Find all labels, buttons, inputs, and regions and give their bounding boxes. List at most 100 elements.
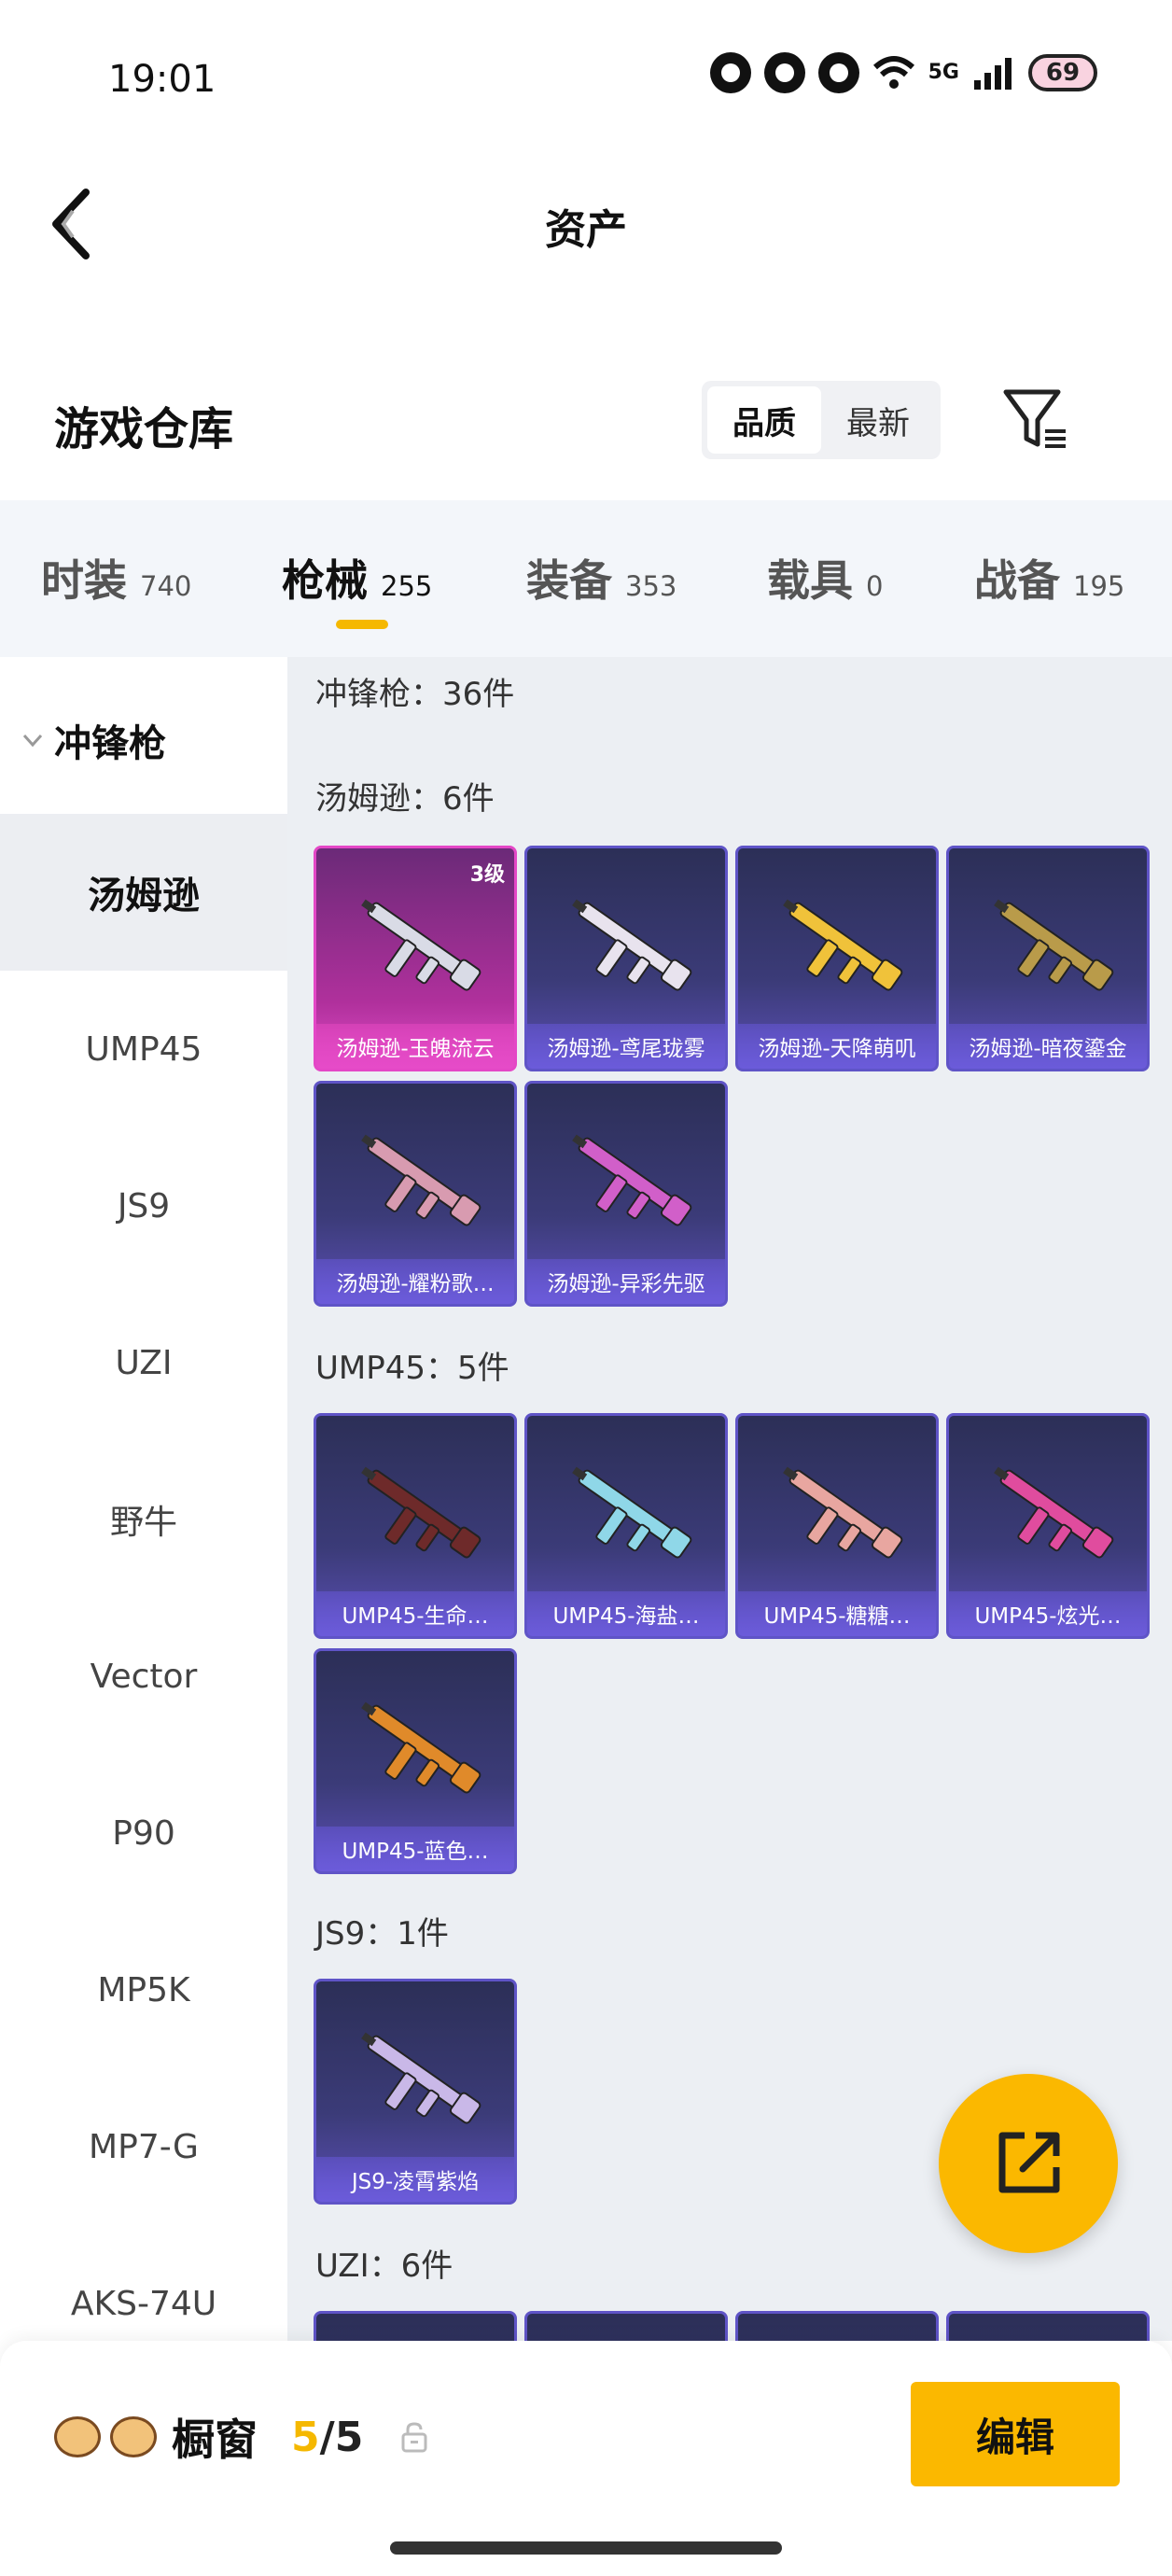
paw-icon	[817, 52, 859, 93]
category-tabs: 时装 740 枪械 255 装备 353 载具 0 战备 195	[0, 500, 1172, 657]
sidebar-item-js9[interactable]: JS9	[0, 1127, 287, 1284]
weapon-sidebar: 冲锋枪 汤姆逊 UMP45 JS9 UZI 野牛 Vector P90 MP5K…	[0, 657, 287, 2341]
sidebar-item-thompson[interactable]: 汤姆逊	[0, 814, 287, 971]
edit-button[interactable]: 编辑	[911, 2382, 1120, 2486]
sidebar-item-bizon[interactable]: 野牛	[0, 1441, 287, 1598]
sidebar-item-aks74u[interactable]: AKS-74U	[0, 2225, 287, 2341]
lock-icon	[401, 2422, 427, 2453]
weapon-card[interactable]: 汤姆逊-暗夜鎏金	[946, 846, 1150, 1071]
sidebar-item-mp5k[interactable]: MP5K	[0, 1911, 287, 2068]
weapon-name: 汤姆逊-耀粉歌…	[316, 1259, 514, 1304]
home-indicator	[390, 2541, 782, 2555]
weapon-name: UMP45-海盐…	[527, 1591, 725, 1636]
wifi-icon	[872, 56, 914, 89]
chevron-down-icon	[22, 734, 43, 748]
tab-label: 时装	[41, 555, 127, 606]
gun-image-icon	[783, 899, 903, 991]
weapon-name: UMP45-蓝色…	[316, 1827, 514, 1871]
network-type: 5G	[928, 61, 959, 84]
sidebar-item-ump45[interactable]: UMP45	[0, 971, 287, 1127]
weapon-name: 汤姆逊-天降萌叽	[738, 1024, 936, 1069]
status-bar: 19:01 5G 69	[0, 0, 1172, 159]
gun-image-icon	[572, 1134, 692, 1226]
weapon-card[interactable]: UMP45-糖糖…	[735, 1413, 939, 1639]
weapon-card[interactable]: UMP45-蓝色…	[314, 1648, 517, 1874]
weapon-card[interactable]: UMP45-海盐…	[524, 1413, 728, 1639]
tab-count: 353	[625, 570, 677, 602]
weapon-name: UMP45-炫光…	[949, 1591, 1147, 1636]
gun-image-icon	[361, 1466, 481, 1559]
tab-count: 255	[381, 570, 433, 602]
gun-image-icon	[572, 899, 692, 991]
weapon-card[interactable]: UMP45-炫光…	[946, 1413, 1150, 1639]
sort-newest-button[interactable]: 最新	[821, 386, 935, 454]
share-button[interactable]	[939, 2074, 1118, 2253]
warehouse-title: 游戏仓库	[54, 403, 234, 455]
tab-label: 载具	[767, 555, 853, 606]
status-time: 19:01	[108, 58, 216, 101]
page-title: 资产	[545, 206, 627, 254]
weapon-card[interactable]	[735, 2311, 939, 2341]
showcase-current: 5	[291, 2413, 320, 2461]
weapon-name: 汤姆逊-鸢尾珑雾	[527, 1024, 725, 1069]
section-title: 汤姆逊：6件	[315, 780, 495, 818]
sidebar-item-vector[interactable]: Vector	[0, 1598, 287, 1755]
tab-label: 装备	[526, 555, 612, 606]
bear-face-icon	[54, 2416, 101, 2457]
active-tab-indicator	[336, 620, 388, 629]
sidebar-group-label: 冲锋枪	[54, 722, 166, 765]
level-badge: 3级	[469, 863, 505, 887]
paw-icon	[110, 2416, 157, 2457]
weapon-card[interactable]: 汤姆逊-异彩先驱	[524, 1081, 728, 1307]
tab-count: 0	[866, 570, 884, 602]
sort-quality-button[interactable]: 品质	[707, 386, 821, 454]
tab-count: 740	[140, 570, 192, 602]
showcase-label: 橱窗	[172, 2415, 258, 2465]
tab-count: 195	[1073, 570, 1125, 602]
weapon-card[interactable]: 汤姆逊-鸢尾珑雾	[524, 846, 728, 1071]
weapon-name: 汤姆逊-异彩先驱	[527, 1259, 725, 1304]
weapon-card[interactable]: 汤姆逊-耀粉歌…	[314, 1081, 517, 1307]
signal-icon	[974, 58, 1012, 90]
section-title: JS9：1件	[315, 1915, 449, 1953]
sidebar-item-p90[interactable]: P90	[0, 1755, 287, 1911]
gun-image-icon	[572, 1466, 692, 1559]
weapon-name: UMP45-糖糖…	[738, 1591, 936, 1636]
showcase-total: /5	[319, 2413, 364, 2461]
tab-fashion[interactable]: 时装 740	[41, 547, 191, 609]
showcase-count: 5/5	[291, 2414, 363, 2461]
weapon-name: 汤姆逊-暗夜鎏金	[949, 1024, 1147, 1069]
status-icons: 5G 69	[709, 52, 1097, 93]
weapon-card[interactable]: 汤姆逊-天降萌叽	[735, 846, 939, 1071]
sidebar-item-uzi[interactable]: UZI	[0, 1284, 287, 1441]
section-title: UMP45：5件	[315, 1350, 509, 1387]
tab-label: 战备	[974, 555, 1060, 606]
sidebar-item-mp7g[interactable]: MP7-G	[0, 2068, 287, 2225]
weapon-card[interactable]: UMP45-生命…	[314, 1413, 517, 1639]
gun-image-icon	[783, 1466, 903, 1559]
tab-vehicles[interactable]: 载具 0	[767, 547, 883, 609]
section-title: UZI：6件	[315, 2247, 453, 2285]
app-notification-icon	[763, 52, 805, 93]
notification-icon	[709, 52, 751, 93]
category-summary: 冲锋枪：36件	[315, 676, 515, 713]
gun-image-icon	[361, 2032, 481, 2124]
filter-icon[interactable]	[1000, 385, 1071, 455]
weapon-card[interactable]: JS9-凌霄紫焰	[314, 1979, 517, 2205]
gun-image-icon	[361, 1701, 481, 1794]
sidebar-group-smg[interactable]: 冲锋枪	[21, 713, 166, 767]
weapon-card[interactable]	[524, 2311, 728, 2341]
gun-image-icon	[994, 899, 1114, 991]
weapon-name: 汤姆逊-玉魄流云	[316, 1024, 514, 1069]
weapon-card[interactable]	[314, 2311, 517, 2341]
tab-equipment[interactable]: 装备 353	[526, 547, 677, 609]
tab-firearms[interactable]: 枪械 255	[282, 547, 432, 609]
share-icon	[998, 2132, 1060, 2193]
weapon-card[interactable]: 3级 汤姆逊-玉魄流云	[314, 846, 517, 1071]
tab-supplies[interactable]: 战备 195	[974, 547, 1124, 609]
weapon-name: JS9-凌霄紫焰	[316, 2157, 514, 2202]
weapon-card[interactable]	[946, 2311, 1150, 2341]
gun-image-icon	[361, 1134, 481, 1226]
tab-label: 枪械	[282, 555, 368, 606]
showcase-info: 橱窗 5/5	[54, 2406, 428, 2468]
